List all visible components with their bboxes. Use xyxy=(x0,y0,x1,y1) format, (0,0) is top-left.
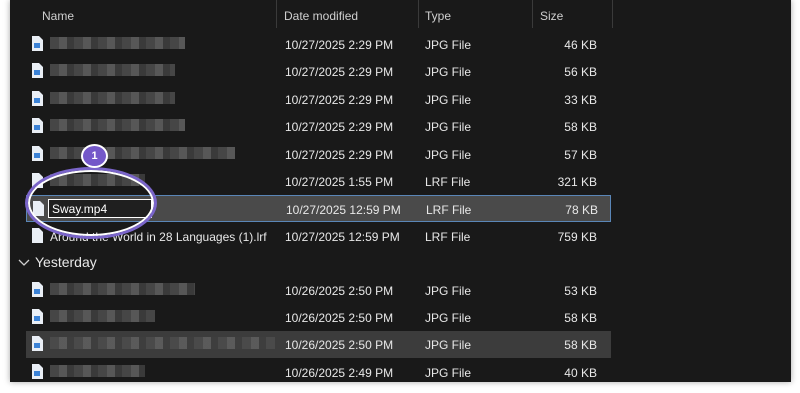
column-divider[interactable] xyxy=(532,0,533,28)
step-badge: 1 xyxy=(81,144,108,168)
file-size: 57 KB xyxy=(564,148,597,162)
file-row[interactable]: 10/26/2025 2:50 PM JPG File 58 KB xyxy=(26,304,610,331)
file-explorer-list: Name Date modified Type Size 10/27/2025 … xyxy=(10,0,791,382)
file-size: 58 KB xyxy=(564,338,597,352)
file-row[interactable]: 10/27/2025 2:29 PM JPG File 57 KB xyxy=(26,141,610,168)
file-size: 759 KB xyxy=(557,230,597,244)
file-size: 46 KB xyxy=(564,38,597,52)
file-size: 33 KB xyxy=(564,93,597,107)
column-header: Name Date modified Type Size xyxy=(10,0,791,33)
column-size[interactable]: Size xyxy=(540,9,563,23)
file-row[interactable]: 10/26/2025 2:50 PM JPG File 58 KB xyxy=(26,331,611,358)
group-label: Yesterday xyxy=(35,254,97,270)
file-row-renaming[interactable]: 10/27/2025 12:59 PM LRF File 78 KB xyxy=(26,195,611,222)
file-size: 56 KB xyxy=(564,65,597,79)
file-size: 58 KB xyxy=(564,311,597,325)
file-size: 321 KB xyxy=(557,175,597,189)
column-divider[interactable] xyxy=(612,0,613,28)
chevron-down-icon[interactable] xyxy=(18,254,30,270)
file-size: 58 KB xyxy=(564,120,597,134)
column-type[interactable]: Type xyxy=(425,9,451,23)
column-date-modified[interactable]: Date modified xyxy=(284,9,358,23)
column-divider[interactable] xyxy=(276,0,277,28)
file-size: 53 KB xyxy=(564,284,597,298)
column-divider[interactable] xyxy=(418,0,419,28)
file-row[interactable]: 10/27/2025 2:29 PM JPG File 33 KB xyxy=(26,86,610,113)
file-row[interactable]: 10/27/2025 2:29 PM JPG File 58 KB xyxy=(26,113,610,140)
file-row[interactable]: 10/26/2025 2:50 PM JPG File 53 KB xyxy=(26,277,610,304)
file-row[interactable]: 10/27/2025 2:29 PM JPG File 46 KB xyxy=(26,31,610,58)
file-size: 78 KB xyxy=(565,203,598,217)
file-size: 40 KB xyxy=(564,366,597,380)
file-row[interactable]: Around the World in 28 Languages (1).lrf… xyxy=(26,223,610,250)
column-name[interactable]: Name xyxy=(42,9,74,23)
file-row[interactable]: 10/27/2025 1:55 PM LRF File 321 KB xyxy=(26,168,610,195)
file-row[interactable]: 10/26/2025 2:49 PM JPG File 40 KB xyxy=(26,359,610,382)
group-header-yesterday[interactable]: Yesterday xyxy=(18,254,97,270)
file-row[interactable]: 10/27/2025 2:29 PM JPG File 56 KB xyxy=(26,58,610,85)
